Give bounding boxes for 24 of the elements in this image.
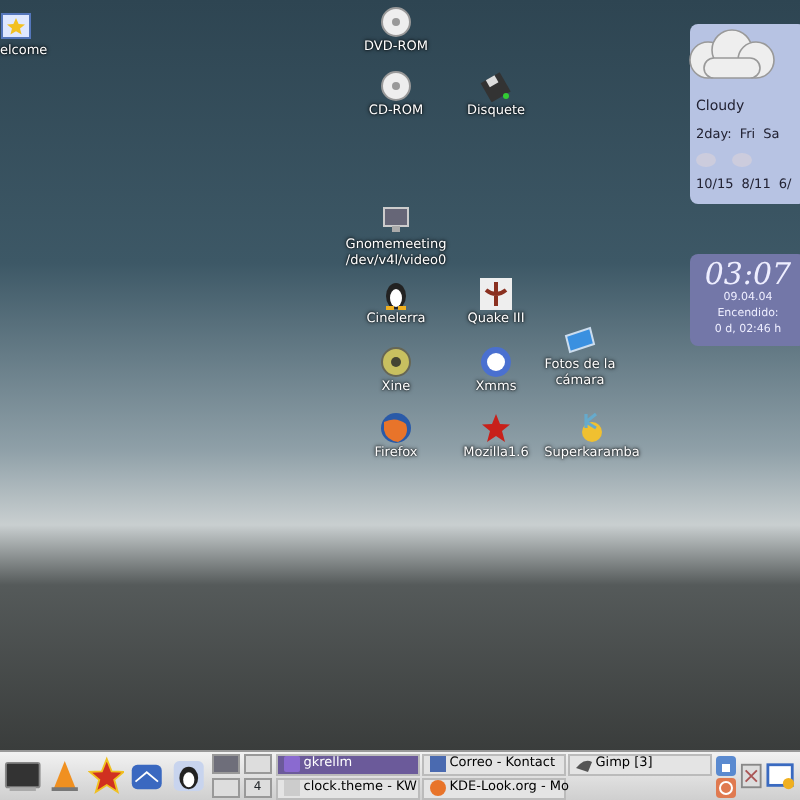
globe-icon[interactable] <box>380 412 412 444</box>
terminal-icon[interactable] <box>4 756 42 796</box>
penguin-icon[interactable] <box>380 278 412 310</box>
clock-time: 03:07 <box>702 258 794 290</box>
photo-folder-icon[interactable] <box>564 324 596 356</box>
desktop-pager-cell[interactable] <box>211 778 240 798</box>
globe-icon <box>429 780 446 796</box>
penguin-icon[interactable] <box>170 756 208 796</box>
star-icon[interactable] <box>480 412 512 444</box>
round-logo-icon[interactable] <box>480 346 512 378</box>
clipboard-icon[interactable] <box>739 762 762 790</box>
cloud-icon <box>684 28 780 84</box>
brush-icon <box>575 756 592 772</box>
desktop-pager-cell[interactable] <box>243 754 272 774</box>
window-icon[interactable] <box>0 10 32 42</box>
desktop-pager-cell[interactable] <box>211 754 240 774</box>
reel-icon[interactable] <box>380 346 412 378</box>
lock-icon[interactable] <box>715 755 736 775</box>
quake-icon[interactable] <box>480 278 512 310</box>
window-icon[interactable] <box>766 760 796 792</box>
disc-icon[interactable] <box>380 70 412 102</box>
disc-icon[interactable] <box>380 6 412 38</box>
lifebuoy-icon[interactable] <box>715 777 736 797</box>
star-icon[interactable] <box>87 756 125 796</box>
